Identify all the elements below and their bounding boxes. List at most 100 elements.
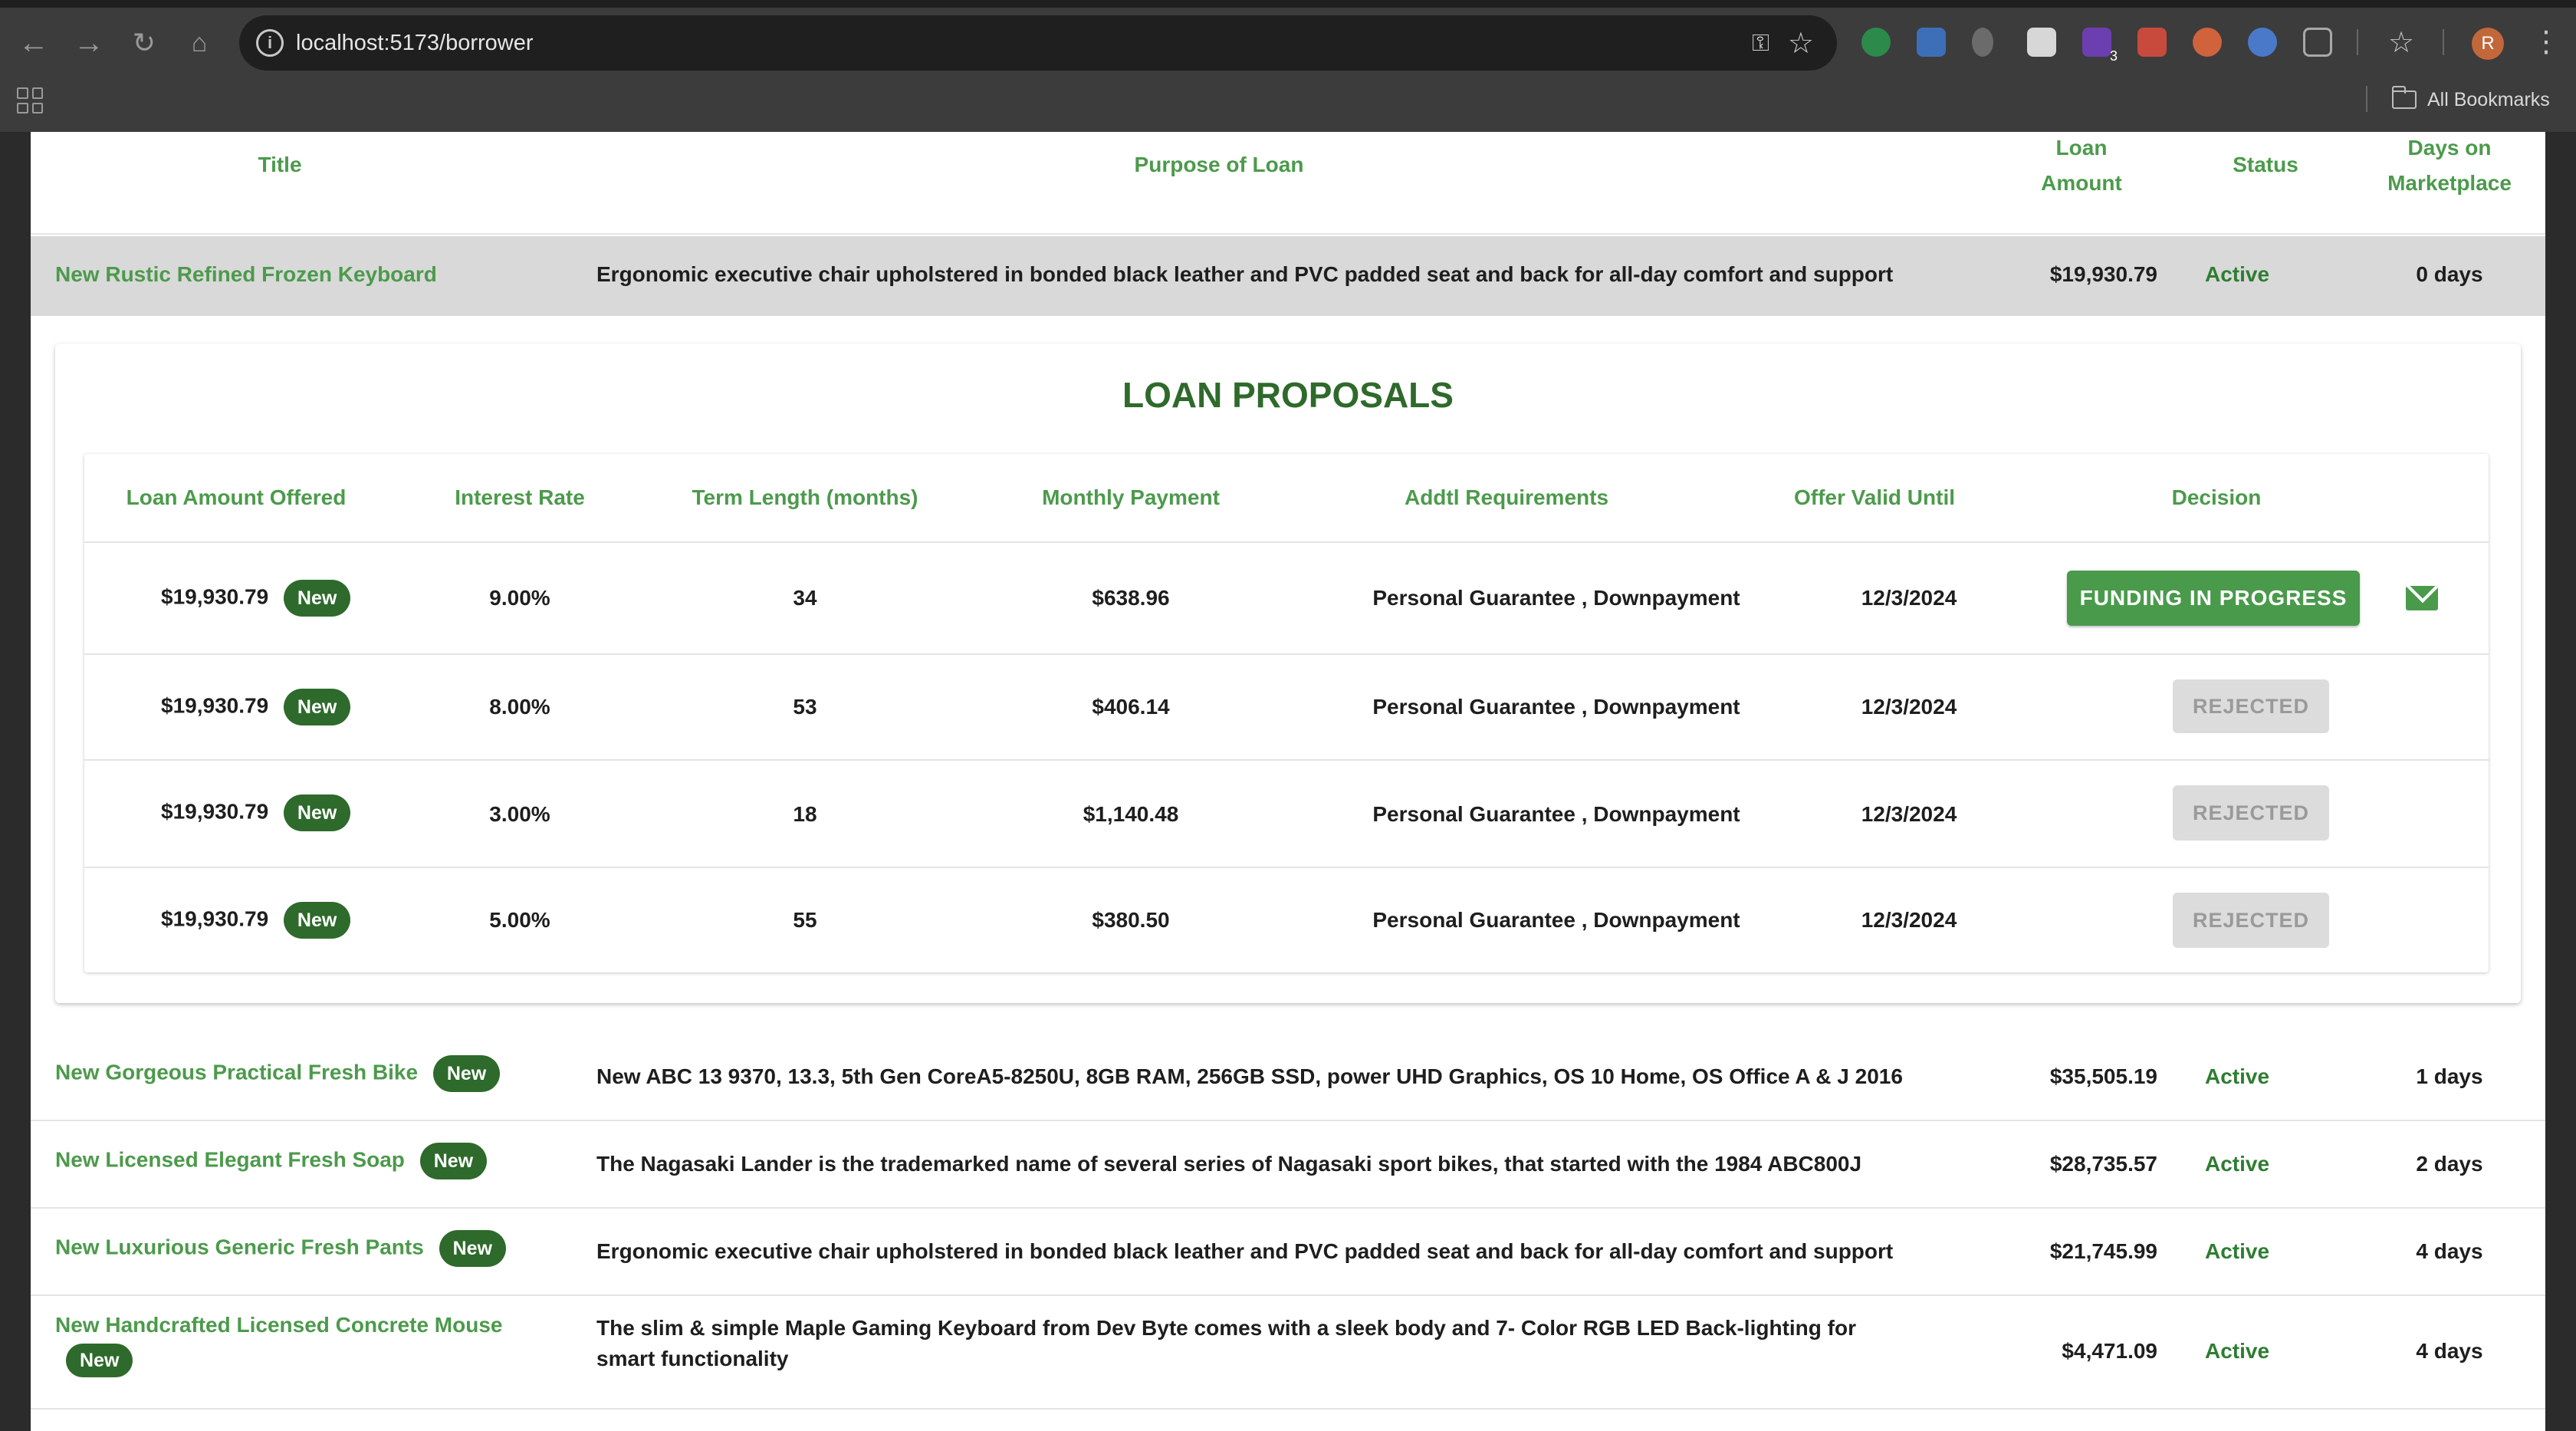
all-bookmarks-button[interactable]: All Bookmarks: [2392, 84, 2550, 115]
star-icon[interactable]: ☆: [1788, 26, 1814, 61]
header-days-line2: Marketplace: [2387, 171, 2512, 195]
arrow-right-icon[interactable]: →: [69, 23, 109, 63]
funding-in-progress-button[interactable]: FUNDING IN PROGRESS: [2067, 571, 2360, 626]
loan-purpose: The Nagasaki Lander is the trademarked n…: [596, 1152, 1862, 1176]
loan-status: Active: [2205, 1152, 2270, 1176]
header-title[interactable]: Title: [184, 147, 376, 183]
loan-purpose: Ergonomic executive chair upholstered in…: [596, 262, 1894, 286]
proposal-row: $19,930.79 New 9.00% 34 $638.96 Personal…: [84, 541, 2489, 653]
loan-title[interactable]: New Luxurious Generic Fresh Pants New: [55, 1230, 506, 1267]
browser-chrome: ← → ↻ ⌂ i localhost:5173/borrower ⚿ ☆ 3 …: [0, 0, 2576, 132]
loan-status: Active: [2205, 1339, 2270, 1363]
url-text[interactable]: localhost:5173/borrower: [296, 15, 534, 71]
proposal-rate: 3.00%: [489, 802, 550, 826]
new-badge: New: [432, 1055, 501, 1092]
table-row[interactable]: New Licensed Elegant Fresh Soap New The …: [31, 1121, 2545, 1209]
extension-icon[interactable]: [1972, 28, 1993, 57]
header-term-length: Term Length (months): [692, 485, 918, 509]
proposal-amount: $19,930.79 New: [161, 794, 351, 831]
translate-extension-icon[interactable]: [1917, 28, 1946, 57]
loan-title[interactable]: New Gorgeous Practical Fresh Bike New: [55, 1055, 501, 1092]
proposal-row: $19,930.79 New 3.00% 18 $1,140.48 Person…: [84, 759, 2489, 867]
table-row[interactable]: New Luxurious Generic Fresh Pants New Er…: [31, 1209, 2545, 1296]
proposal-rate: 5.00%: [489, 908, 550, 932]
loan-title-link[interactable]: New Gorgeous Practical Fresh Bike: [55, 1060, 418, 1084]
loan-title[interactable]: New Handcrafted Licensed Concrete Mouse …: [55, 1313, 502, 1377]
header-amount-line1: Loan: [2055, 136, 2108, 160]
header-purpose[interactable]: Purpose of Loan: [1066, 147, 1372, 183]
header-interest-rate: Interest Rate: [455, 485, 585, 509]
header-status[interactable]: Status: [2200, 147, 2331, 183]
table-row[interactable]: New Handcrafted Licensed Concrete Mouse …: [31, 1296, 2545, 1410]
rejected-button: REJECTED: [2173, 893, 2329, 948]
new-badge: New: [283, 580, 351, 617]
apps-grid-icon[interactable]: [17, 87, 43, 113]
loan-purpose: The slim & simple Maple Gaming Keyboard …: [596, 1316, 1856, 1370]
loans-table-header: Title Purpose of Loan Loan Amount Status…: [31, 132, 2545, 235]
loan-status: Active: [2205, 1064, 2270, 1088]
loan-days: 2 days: [2416, 1152, 2483, 1176]
red-extension-icon[interactable]: [2137, 28, 2167, 57]
proposal-term: 34: [793, 586, 817, 610]
loan-status: Active: [2205, 1239, 2270, 1263]
p-extension-icon[interactable]: 3: [2082, 28, 2118, 64]
header-amount[interactable]: Loan Amount: [1970, 132, 2193, 201]
table-row-expanded[interactable]: New Rustic Refined Frozen Keyboard Ergon…: [31, 236, 2545, 316]
address-bar[interactable]: i localhost:5173/borrower ⚿ ☆: [239, 15, 1837, 71]
new-badge: New: [283, 902, 351, 939]
loan-title[interactable]: New Licensed Elegant Fresh Soap New: [55, 1143, 488, 1179]
grammar-extension-icon[interactable]: [1861, 28, 1891, 57]
loan-proposals-card: LOAN PROPOSALS Loan Amount Offered Inter…: [55, 344, 2521, 1003]
proposal-requirements: Personal Guarantee , Downpayment: [1372, 586, 1740, 610]
home-icon[interactable]: ⌂: [179, 23, 219, 63]
header-offer-valid: Offer Valid Until: [1793, 485, 1956, 509]
proposal-payment: $380.50: [1092, 908, 1170, 932]
bookmarks-divider: [2366, 86, 2367, 112]
proposal-amount-value: $19,930.79: [161, 584, 269, 609]
header-requirements: Addtl Requirements: [1404, 485, 1609, 509]
table-row[interactable]: New Gorgeous Practical Fresh Bike New Ne…: [31, 1034, 2545, 1121]
loan-days: 4 days: [2416, 1339, 2483, 1363]
page-viewport: Title Purpose of Loan Loan Amount Status…: [0, 132, 2576, 1431]
loan-amount: $4,471.09: [2062, 1339, 2157, 1363]
notes-extension-icon[interactable]: [2027, 28, 2056, 57]
loan-amount: $19,930.79: [2049, 262, 2157, 286]
proposal-rate: 9.00%: [489, 586, 550, 610]
loan-title-link[interactable]: New Licensed Elegant Fresh Soap: [55, 1147, 405, 1171]
tab-strip: [0, 0, 2576, 8]
header-days[interactable]: Days on Marketplace: [2338, 132, 2561, 201]
proposal-payment: $406.14: [1092, 695, 1170, 719]
proposal-term: 53: [793, 695, 817, 719]
proposal-amount-value: $19,930.79: [161, 693, 269, 718]
folder-icon: [2392, 86, 2417, 109]
puzzle-icon[interactable]: [2303, 28, 2332, 57]
loan-title-link[interactable]: New Handcrafted Licensed Concrete Mouse: [55, 1313, 502, 1337]
header-amount-line2: Amount: [2041, 171, 2122, 195]
proposal-amount: $19,930.79 New: [161, 902, 351, 939]
extension-badge: 3: [2109, 48, 2118, 64]
proposal-amount: $19,930.79 New: [161, 689, 351, 725]
mail-icon[interactable]: [2406, 586, 2438, 610]
proposal-term: 18: [793, 802, 817, 826]
proposal-term: 55: [793, 908, 817, 932]
more-menu-icon[interactable]: ⋮: [2532, 25, 2561, 59]
loan-title-link[interactable]: New Rustic Refined Frozen Keyboard: [55, 262, 437, 287]
proposal-payment: $1,140.48: [1083, 802, 1179, 826]
blue-extension-icon[interactable]: [2248, 28, 2277, 57]
reload-icon[interactable]: ↻: [124, 23, 164, 63]
new-badge: New: [419, 1143, 488, 1179]
proposal-requirements: Personal Guarantee , Downpayment: [1372, 908, 1740, 932]
key-icon[interactable]: ⚿: [1752, 31, 1769, 57]
proposal-requirements: Personal Guarantee , Downpayment: [1372, 695, 1740, 719]
new-badge: New: [439, 1230, 506, 1267]
proposal-amount-value: $19,930.79: [161, 799, 269, 824]
new-badge: New: [66, 1344, 133, 1377]
arrow-left-icon[interactable]: ←: [14, 23, 54, 63]
orange-extension-icon[interactable]: [2193, 28, 2222, 57]
loan-proposals-title: LOAN PROPOSALS: [1122, 375, 1454, 415]
loan-amount: $21,745.99: [2049, 1239, 2157, 1263]
star-list-icon[interactable]: ☆: [2381, 23, 2421, 63]
info-icon[interactable]: i: [256, 29, 284, 57]
loan-title-link[interactable]: New Luxurious Generic Fresh Pants: [55, 1235, 424, 1258]
avatar[interactable]: R: [2472, 28, 2504, 60]
